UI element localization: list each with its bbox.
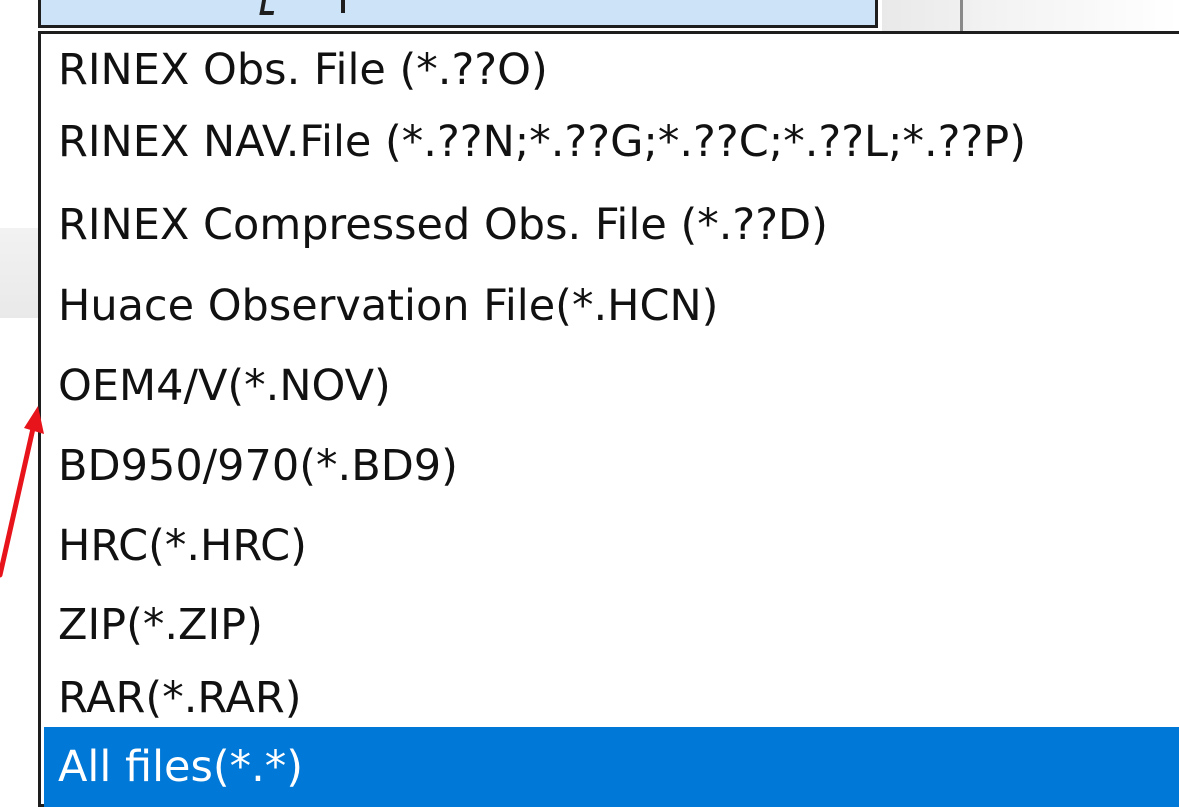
option-rar[interactable]: RAR(*.RAR) <box>44 662 1179 734</box>
option-bd950[interactable]: BD950/970(*.BD9) <box>44 430 1179 502</box>
option-all-files[interactable]: All files(*.*) <box>44 727 1179 807</box>
file-type-combo-field[interactable] <box>38 0 878 28</box>
option-rinex-obs[interactable]: RINEX Obs. File (*.??O) <box>44 34 1179 106</box>
option-oem4[interactable]: OEM4/V(*.NOV) <box>44 350 1179 422</box>
background-toolbar <box>882 0 1179 34</box>
annotation-arrow <box>0 406 44 578</box>
option-hrc[interactable]: HRC(*.HRC) <box>44 510 1179 582</box>
background-divider <box>960 0 963 34</box>
option-zip[interactable]: ZIP(*.ZIP) <box>44 589 1179 661</box>
option-rinex-compressed[interactable]: RINEX Compressed Obs. File (*.??D) <box>44 189 1179 261</box>
option-huace-observation[interactable]: Huace Observation File(*.HCN) <box>44 270 1179 342</box>
option-rinex-nav[interactable]: RINEX NAV.File (*.??N;*.??G;*.??C;*.??L;… <box>44 106 1179 178</box>
cut-off-text <box>341 0 345 13</box>
background-panel <box>0 228 40 318</box>
cut-off-text <box>259 0 277 15</box>
file-type-dropdown-list[interactable]: RINEX Obs. File (*.??O) RINEX NAV.File (… <box>38 31 1179 807</box>
